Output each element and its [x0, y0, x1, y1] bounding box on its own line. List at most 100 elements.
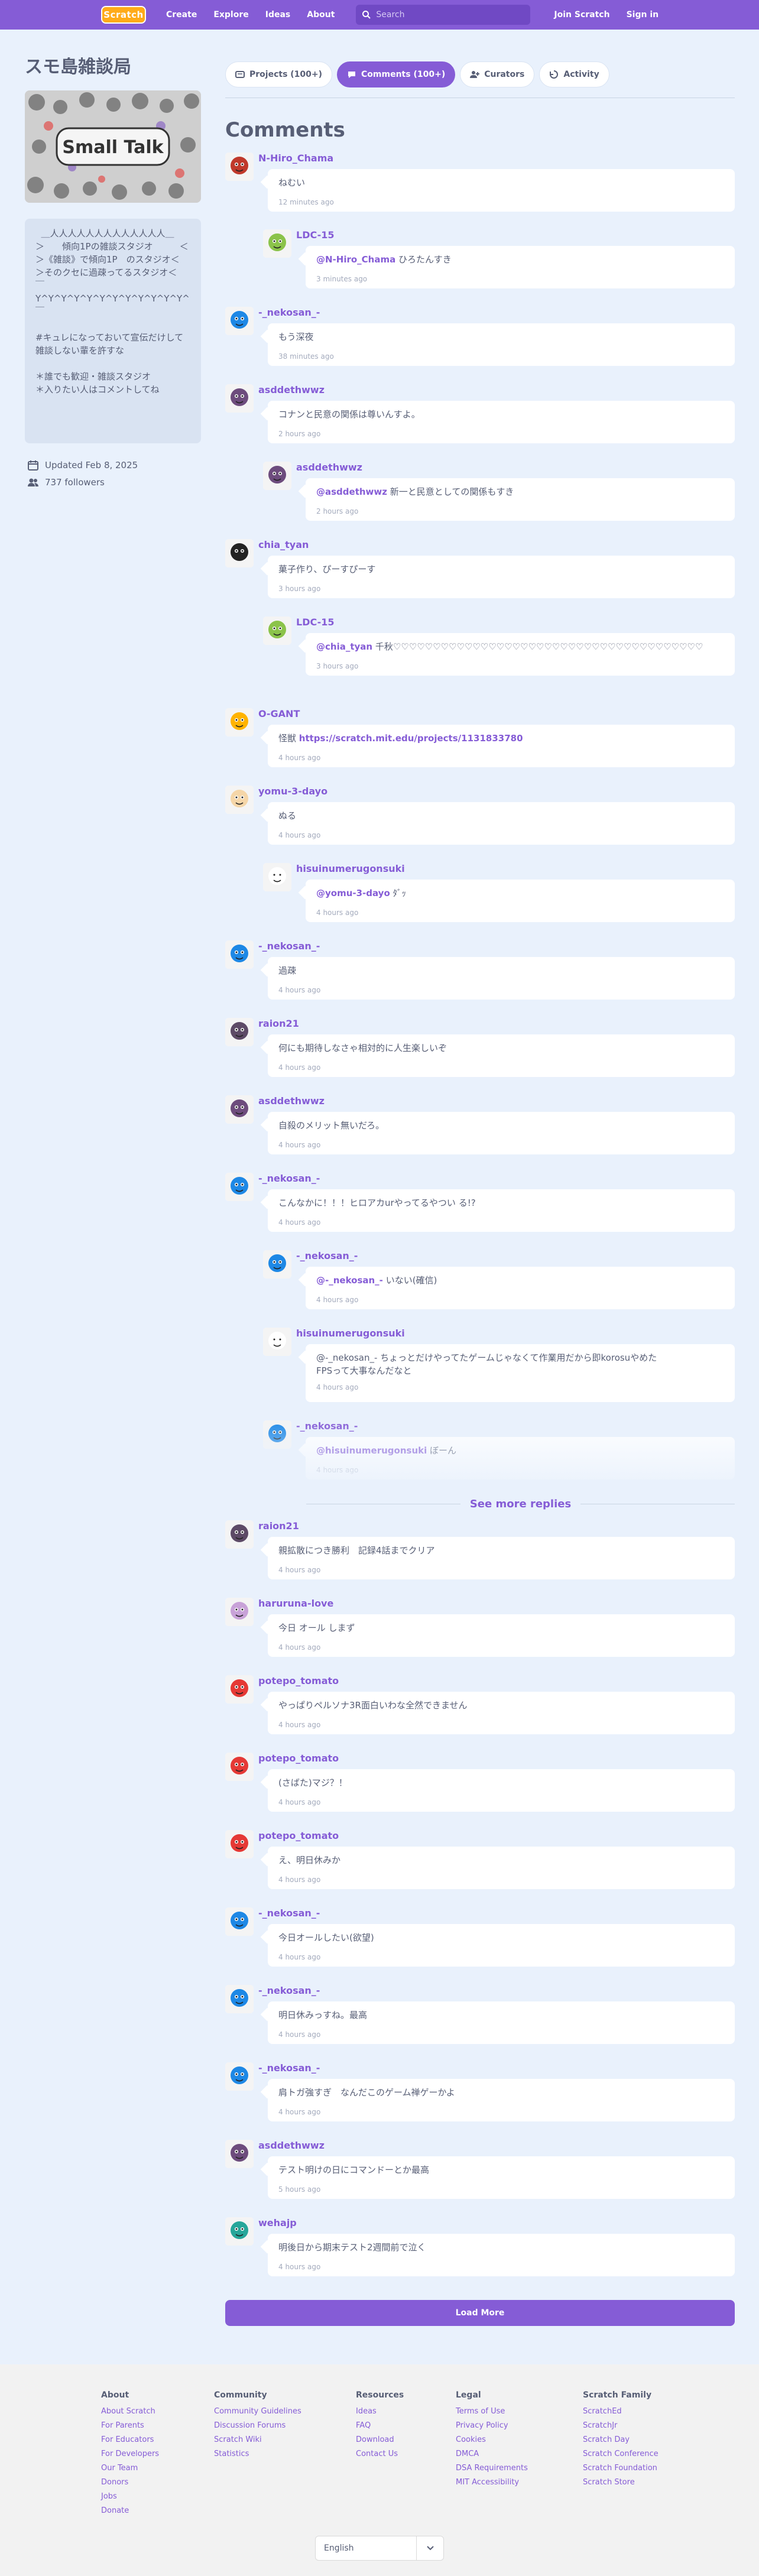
avatar[interactable]	[263, 229, 291, 258]
mention-link[interactable]: @yomu-3-dayo	[316, 888, 390, 898]
avatar[interactable]	[225, 1830, 254, 1858]
avatar[interactable]	[225, 1675, 254, 1704]
footer-link[interactable]: Scratch Day	[583, 2435, 659, 2444]
language-select[interactable]: English	[315, 2536, 444, 2561]
sign-in-link[interactable]: Sign in	[618, 0, 667, 30]
avatar[interactable]	[225, 1018, 254, 1046]
comment-username[interactable]: raion21	[258, 1018, 299, 1029]
tab-activity[interactable]: Activity	[539, 61, 609, 87]
footer-link[interactable]: Download	[356, 2435, 404, 2444]
comment-username[interactable]: LDC-15	[296, 617, 335, 628]
footer-link[interactable]: DSA Requirements	[456, 2464, 528, 2473]
avatar[interactable]	[225, 786, 254, 814]
avatar[interactable]	[263, 1328, 291, 1356]
project-link[interactable]: https://scratch.mit.edu/projects/1131833…	[299, 733, 523, 744]
footer-link[interactable]: For Parents	[101, 2421, 159, 2430]
avatar[interactable]	[225, 1095, 254, 1124]
load-more-button[interactable]: Load More	[225, 2300, 735, 2326]
comment-username[interactable]: yomu-3-dayo	[258, 786, 327, 797]
tab-comments[interactable]: Comments (100+)	[337, 61, 456, 87]
footer-link[interactable]: For Educators	[101, 2435, 159, 2444]
comment-username[interactable]: potepo_tomato	[258, 1753, 339, 1764]
search-input[interactable]	[376, 10, 518, 20]
avatar[interactable]	[225, 1173, 254, 1201]
avatar[interactable]	[225, 2140, 254, 2168]
avatar[interactable]	[225, 1985, 254, 2013]
avatar[interactable]	[225, 2062, 254, 2091]
footer-link[interactable]: Donors	[101, 2478, 159, 2487]
comment-username[interactable]: wehajp	[258, 2217, 297, 2228]
avatar[interactable]	[225, 1598, 254, 1626]
avatar[interactable]	[263, 462, 291, 490]
footer-link[interactable]: About Scratch	[101, 2407, 159, 2416]
avatar[interactable]	[225, 384, 254, 413]
comment-username[interactable]: raion21	[258, 1520, 299, 1532]
footer-link[interactable]: ScratchEd	[583, 2407, 659, 2416]
comment-username[interactable]: potepo_tomato	[258, 1830, 339, 1841]
comment-username[interactable]: hisuinumerugonsuki	[296, 1328, 405, 1339]
footer-link[interactable]: Scratch Store	[583, 2478, 659, 2487]
comment-username[interactable]: -_nekosan_-	[258, 307, 320, 318]
footer-link[interactable]: Terms of Use	[456, 2407, 528, 2416]
footer-link[interactable]: Privacy Policy	[456, 2421, 528, 2430]
comment-username[interactable]: asddethwwz	[258, 384, 325, 395]
avatar[interactable]	[263, 863, 291, 891]
footer-link[interactable]: Our Team	[101, 2464, 159, 2473]
avatar[interactable]	[225, 153, 254, 181]
avatar[interactable]	[263, 1250, 291, 1279]
footer-link[interactable]: Discussion Forums	[214, 2421, 301, 2430]
comment-username[interactable]: chia_tyan	[258, 539, 309, 550]
avatar[interactable]	[225, 1753, 254, 1781]
scratch-logo[interactable]: Scratch	[101, 6, 146, 24]
comment-username[interactable]: -_nekosan_-	[258, 1173, 320, 1184]
comment-username[interactable]: asddethwwz	[258, 2140, 325, 2151]
comment-username[interactable]: -_nekosan_-	[296, 1250, 358, 1261]
avatar[interactable]	[225, 539, 254, 567]
mention-link[interactable]: @-_nekosan_-	[316, 1352, 377, 1363]
comment-username[interactable]: O-GANT	[258, 708, 300, 719]
comment-username[interactable]: LDC-15	[296, 229, 335, 241]
avatar[interactable]	[263, 617, 291, 645]
avatar[interactable]	[225, 708, 254, 737]
search-box[interactable]	[356, 5, 531, 25]
footer-link[interactable]: For Developers	[101, 2450, 159, 2458]
footer-link[interactable]: ScratchJr	[583, 2421, 659, 2430]
join-scratch-link[interactable]: Join Scratch	[546, 0, 618, 30]
nav-explore[interactable]: Explore	[205, 0, 257, 30]
nav-about[interactable]: About	[299, 0, 343, 30]
footer-link[interactable]: Statistics	[214, 2450, 301, 2458]
footer-link[interactable]: Scratch Wiki	[214, 2435, 301, 2444]
comment-username[interactable]: haruruna-love	[258, 1598, 333, 1609]
comment-username[interactable]: -_nekosan_-	[258, 1907, 320, 1919]
avatar[interactable]	[225, 2217, 254, 2246]
footer-link[interactable]: Scratch Foundation	[583, 2464, 659, 2473]
footer-link[interactable]: Jobs	[101, 2492, 159, 2501]
comment-username[interactable]: hisuinumerugonsuki	[296, 863, 405, 874]
avatar[interactable]	[225, 307, 254, 335]
nav-create[interactable]: Create	[158, 0, 205, 30]
mention-link[interactable]: @N-Hiro_Chama	[316, 254, 395, 265]
avatar[interactable]	[225, 1520, 254, 1549]
mention-link[interactable]: @-_nekosan_-	[316, 1275, 383, 1286]
avatar[interactable]	[225, 940, 254, 969]
mention-link[interactable]: @asddethwwz	[316, 486, 387, 497]
tab-curators[interactable]: Curators	[460, 61, 535, 87]
footer-link[interactable]: Donate	[101, 2506, 159, 2515]
footer-link[interactable]: Community Guidelines	[214, 2407, 301, 2416]
see-more-replies[interactable]: See more replies	[306, 1495, 735, 1512]
footer-link[interactable]: Contact Us	[356, 2450, 404, 2458]
footer-link[interactable]: Scratch Conference	[583, 2450, 659, 2458]
avatar[interactable]	[225, 1907, 254, 1936]
tab-projects[interactable]: Projects (100+)	[225, 61, 333, 87]
footer-link[interactable]: Ideas	[356, 2407, 404, 2416]
mention-link[interactable]: @chia_tyan	[316, 641, 372, 652]
comment-username[interactable]: -_nekosan_-	[258, 1985, 320, 1996]
footer-link[interactable]: FAQ	[356, 2421, 404, 2430]
footer-link[interactable]: MIT Accessibility	[456, 2478, 528, 2487]
nav-ideas[interactable]: Ideas	[257, 0, 299, 30]
comment-username[interactable]: N-Hiro_Chama	[258, 153, 333, 164]
comment-username[interactable]: asddethwwz	[258, 1095, 325, 1107]
comment-username[interactable]: -_nekosan_-	[258, 2062, 320, 2074]
footer-link[interactable]: Cookies	[456, 2435, 528, 2444]
comment-username[interactable]: asddethwwz	[296, 462, 362, 473]
